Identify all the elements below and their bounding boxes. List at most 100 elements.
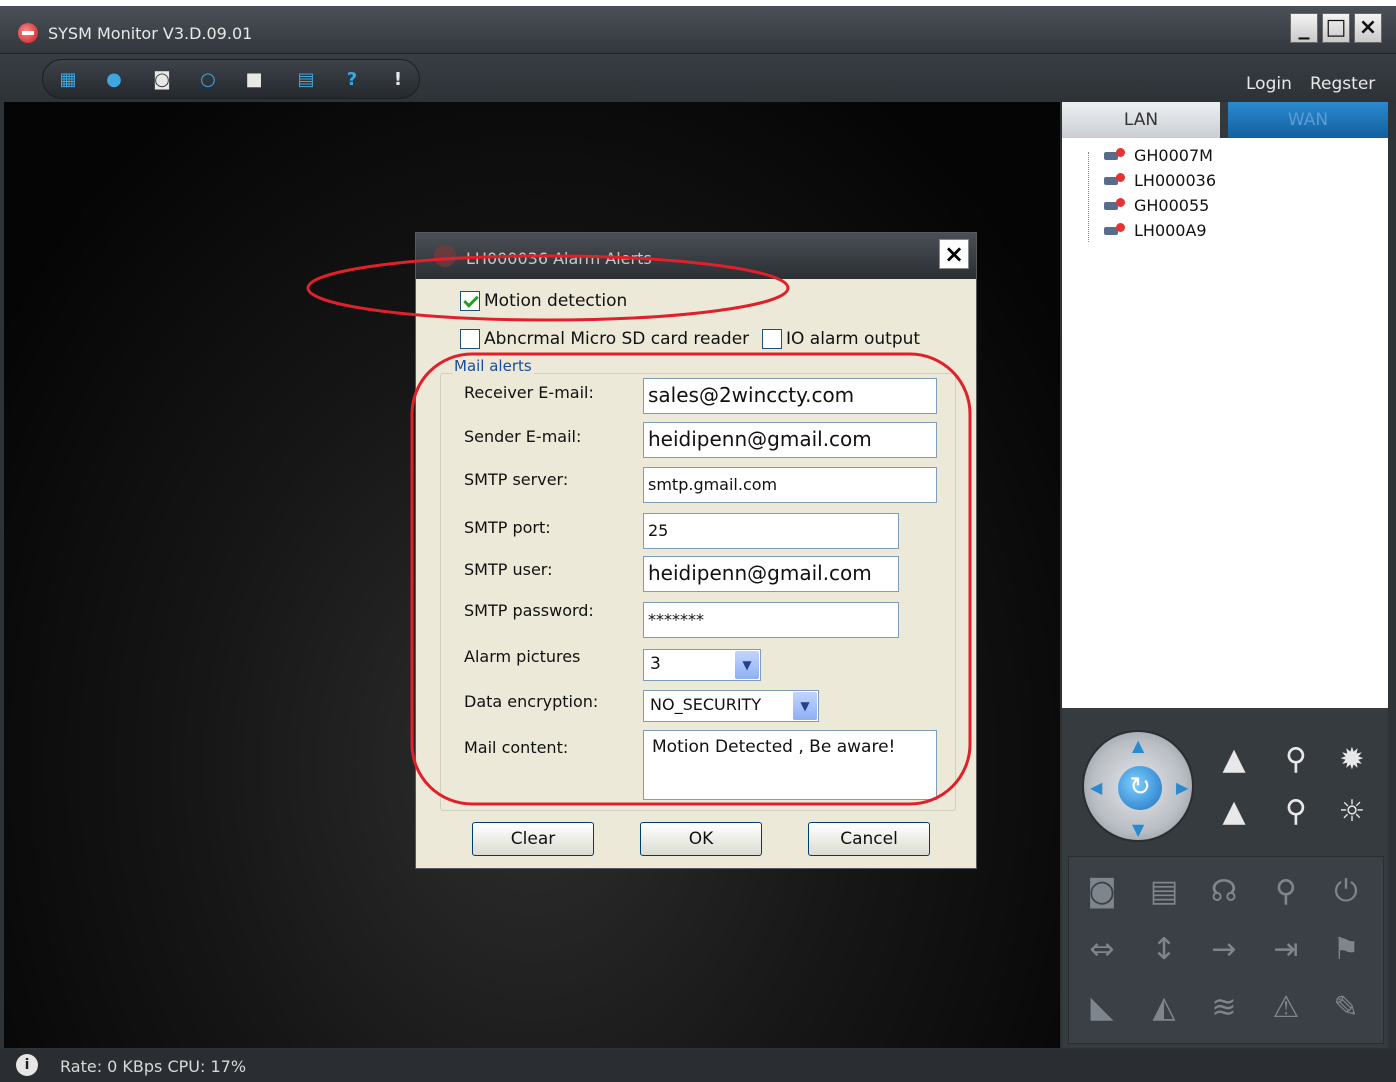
smtp-password-label: SMTP password:: [464, 601, 594, 620]
search-icon[interactable]: ○: [195, 68, 221, 92]
brightness-up-icon[interactable]: ✹: [1332, 740, 1372, 780]
data-encryption-select[interactable]: NO_SECURITY ▼: [643, 690, 819, 722]
horizontal-flip-icon[interactable]: ⇔: [1079, 927, 1125, 973]
auto-rotate-icon[interactable]: ↻: [1118, 766, 1162, 810]
chevron-down-icon[interactable]: ▼: [793, 692, 817, 720]
data-encryption-label: Data encryption:: [464, 692, 599, 711]
device-label: GH0007M: [1134, 146, 1213, 165]
device-item[interactable]: LH000036: [1104, 171, 1216, 195]
warning-icon[interactable]: ⚠: [1263, 985, 1309, 1031]
pan-right-icon[interactable]: ▶: [1176, 778, 1188, 797]
record-icon[interactable]: ●: [101, 68, 127, 92]
help-icon[interactable]: ?: [339, 68, 365, 92]
toolbar: ▦ ● ◙ ○ ■ ▤ ? ! Login Regster: [0, 54, 1396, 104]
sender-email-field[interactable]: heidipenn@gmail.com: [643, 422, 937, 458]
maximize-button[interactable]: □: [1322, 13, 1350, 43]
flag-icon[interactable]: ⚑: [1323, 927, 1369, 973]
smtp-port-label: SMTP port:: [464, 518, 551, 537]
save-icon[interactable]: ▤: [293, 68, 319, 92]
input-icon[interactable]: ⇥: [1263, 927, 1309, 973]
tree-connector: [1088, 152, 1089, 242]
microphone-icon[interactable]: ⚲: [1263, 869, 1309, 915]
checkbox-label: IO alarm output: [786, 329, 921, 349]
device-item[interactable]: GH00055: [1104, 196, 1209, 220]
smtp-user-field[interactable]: heidipenn@gmail.com: [643, 556, 899, 592]
brightness-down-icon[interactable]: ☼: [1332, 792, 1372, 832]
alert-icon[interactable]: !: [385, 68, 411, 92]
select-value: 3: [650, 654, 661, 674]
function-panel: ◙ ▤ ☊ ⚲ ⏻ ⇔ ↕ → ⇥ ⚑ ◣ ◭ ≋ ⚠ ✎: [1068, 856, 1384, 1044]
mail-content-label: Mail content:: [464, 738, 569, 757]
power-icon[interactable]: ⏻: [1323, 869, 1369, 915]
info-icon: i: [16, 1054, 38, 1076]
tab-lan[interactable]: LAN: [1062, 102, 1220, 138]
headphones-icon[interactable]: ☊: [1201, 869, 1247, 915]
pan-up-icon[interactable]: ▲: [1132, 736, 1144, 755]
pan-left-icon[interactable]: ◀: [1090, 778, 1102, 797]
video-record-icon[interactable]: ▤: [1141, 869, 1187, 915]
checkbox-box[interactable]: [762, 329, 782, 349]
device-tree: GH0007M LH000036 GH00055 LH000A9: [1062, 138, 1388, 708]
smtp-user-label: SMTP user:: [464, 560, 553, 579]
device-label: LH000A9: [1134, 221, 1207, 240]
focus-up-icon[interactable]: ▲: [1214, 740, 1254, 780]
motion-detection-checkbox[interactable]: Motion detection: [460, 291, 627, 313]
zoom-in-icon[interactable]: ⚲: [1276, 740, 1316, 780]
dialog-close-button[interactable]: ×: [939, 239, 969, 269]
dialog-logo-icon: [434, 245, 456, 267]
smtp-server-field[interactable]: smtp.gmail.com: [643, 467, 937, 503]
status-text: Rate: 0 KBps CPU: 17%: [60, 1057, 247, 1076]
sender-email-label: Sender E-mail:: [464, 427, 582, 446]
alarm-pictures-select[interactable]: 3 ▼: [643, 649, 761, 681]
smtp-port-field[interactable]: 25: [643, 513, 899, 549]
wrench-icon[interactable]: ✎: [1323, 985, 1369, 1031]
camera-snapshot-icon[interactable]: ◙: [1079, 869, 1125, 915]
receiver-email-field[interactable]: sales@2winccty.com: [643, 378, 937, 414]
mirror-icon[interactable]: ◣: [1079, 985, 1125, 1031]
ptz-direction-wheel[interactable]: ▲ ▼ ◀ ▶ ↻: [1082, 730, 1194, 842]
checkbox-label: Motion detection: [484, 291, 628, 311]
alarm-pictures-label: Alarm pictures: [464, 647, 581, 666]
camera-icon: [1104, 147, 1126, 166]
ok-button[interactable]: OK: [640, 822, 762, 856]
checkbox-label: Abncrmal Micro SD card reader: [484, 329, 750, 349]
focus-down-icon[interactable]: ▲: [1214, 792, 1254, 832]
title-bar: SYSM Monitor V3.D.09.01 _ □ ×: [0, 6, 1396, 54]
arrow-right-icon[interactable]: →: [1201, 927, 1247, 973]
smtp-server-label: SMTP server:: [464, 470, 569, 489]
minimize-button[interactable]: _: [1290, 13, 1318, 43]
select-value: NO_SECURITY: [650, 695, 762, 714]
smtp-password-field[interactable]: *******: [643, 602, 899, 638]
device-item[interactable]: LH000A9: [1104, 221, 1207, 245]
zoom-out-icon[interactable]: ⚲: [1276, 792, 1316, 832]
device-label: LH000036: [1134, 171, 1217, 190]
camera-icon: [1104, 222, 1126, 241]
dialog-title: LH000036 Alarm Alerts: [466, 249, 652, 268]
abnormal-sd-checkbox[interactable]: Abncrmal Micro SD card reader: [460, 329, 749, 351]
receiver-email-label: Receiver E-mail:: [464, 383, 594, 402]
device-item[interactable]: GH0007M: [1104, 146, 1213, 170]
login-link[interactable]: Login: [1246, 74, 1292, 94]
mail-content-field[interactable]: Motion Detected , Be aware!: [643, 730, 937, 800]
snapshot-icon[interactable]: ◙: [149, 68, 175, 92]
toolbar-icon-group: ▦ ● ◙ ○ ■ ▤ ? !: [42, 59, 420, 99]
pan-down-icon[interactable]: ▼: [1132, 820, 1144, 839]
cancel-button[interactable]: Cancel: [808, 822, 930, 856]
clear-button[interactable]: Clear: [472, 822, 594, 856]
close-button[interactable]: ×: [1354, 13, 1382, 43]
checkbox-box[interactable]: [460, 329, 480, 349]
vertical-flip-icon[interactable]: ↕: [1141, 927, 1187, 973]
sidebar: LAN WAN GH0007M LH000036 GH00055 LH000A9…: [1062, 102, 1388, 1048]
wifi-icon[interactable]: ≋: [1201, 985, 1247, 1031]
flip-icon[interactable]: ◭: [1141, 985, 1187, 1031]
layout-icon[interactable]: ▦: [55, 68, 81, 92]
io-alarm-checkbox[interactable]: IO alarm output: [762, 329, 920, 351]
register-link[interactable]: Regster: [1310, 74, 1375, 94]
checkbox-box[interactable]: [460, 291, 480, 311]
device-label: GH00055: [1134, 196, 1210, 215]
camera-icon: [1104, 172, 1126, 191]
status-bar: i Rate: 0 KBps CPU: 17%: [0, 1050, 1396, 1082]
chevron-down-icon[interactable]: ▼: [735, 651, 759, 679]
tab-wan[interactable]: WAN: [1228, 102, 1388, 138]
lock-icon[interactable]: ■: [241, 68, 267, 92]
